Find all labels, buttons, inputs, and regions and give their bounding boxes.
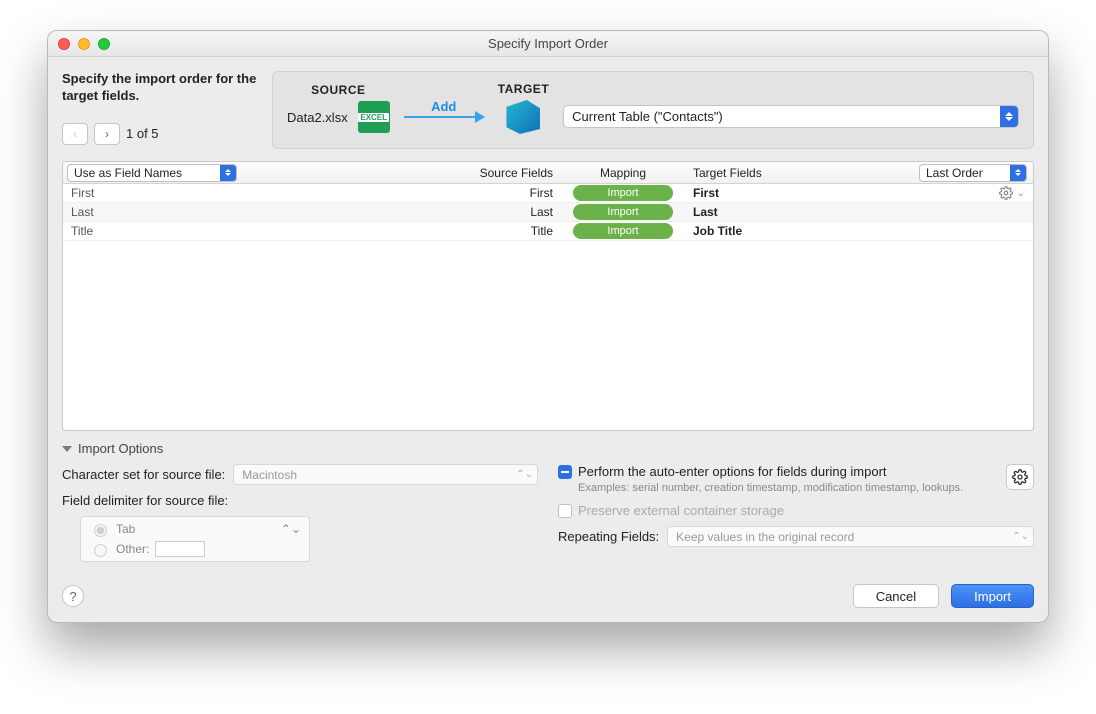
row-target-field: Job Title bbox=[683, 224, 993, 238]
chevron-updown-icon: ⌃⌄ bbox=[1012, 531, 1029, 542]
cancel-button[interactable]: Cancel bbox=[853, 584, 939, 608]
source-target-panel: SOURCE Data2.xlsx EXCEL Add bbox=[272, 71, 1034, 149]
order-select[interactable]: Last Order bbox=[919, 164, 1027, 182]
preserve-storage-checkbox: Preserve external container storage bbox=[558, 503, 784, 518]
next-record-button[interactable]: › bbox=[94, 123, 120, 145]
row-target-field: First bbox=[683, 186, 993, 200]
target-table-value: Current Table ("Contacts") bbox=[572, 109, 723, 124]
delimiter-group: Tab ⌃⌄ Other: bbox=[80, 516, 310, 562]
delimiter-other-radio: Other: bbox=[89, 541, 301, 557]
table-row[interactable]: Last Last Import Last bbox=[63, 203, 1033, 222]
prev-record-button[interactable]: ‹ bbox=[62, 123, 88, 145]
delimiter-other-input bbox=[155, 541, 205, 557]
col-target-fields: Target Fields bbox=[683, 166, 913, 180]
source-filename: Data2.xlsx bbox=[287, 110, 348, 125]
row-source-field: First bbox=[243, 186, 563, 200]
repeating-label: Repeating Fields: bbox=[558, 529, 659, 544]
row-preview-value: First bbox=[63, 186, 243, 200]
gear-icon[interactable] bbox=[999, 186, 1013, 200]
charset-label: Character set for source file: bbox=[62, 467, 225, 482]
gear-icon bbox=[1012, 469, 1028, 485]
row-source-field: Title bbox=[243, 224, 563, 238]
disclosure-import-options[interactable]: Import Options bbox=[62, 441, 1034, 456]
mapping-arrow: Add bbox=[404, 99, 484, 118]
triangle-down-icon bbox=[62, 446, 72, 452]
pager-text: 1 of 5 bbox=[126, 126, 159, 141]
chevron-updown-icon bbox=[220, 165, 236, 181]
radio-icon bbox=[94, 544, 107, 557]
mapping-pill[interactable]: Import bbox=[573, 185, 673, 201]
help-button[interactable]: ? bbox=[62, 585, 84, 607]
mapping-table: Use as Field Names Source Fields Mapping… bbox=[62, 161, 1034, 431]
chevron-down-icon[interactable]: ⌄ bbox=[1017, 188, 1025, 199]
chevron-updown-icon: ⌃⌄ bbox=[281, 522, 301, 536]
row-source-field: Last bbox=[243, 205, 563, 219]
radio-icon bbox=[94, 524, 107, 537]
mapping-pill[interactable]: Import bbox=[573, 223, 673, 239]
table-row[interactable]: Title Title Import Job Title bbox=[63, 222, 1033, 241]
excel-icon: EXCEL bbox=[358, 101, 390, 133]
target-label: TARGET bbox=[498, 82, 549, 96]
mapping-pill[interactable]: Import bbox=[573, 204, 673, 220]
table-header: Use as Field Names Source Fields Mapping… bbox=[63, 162, 1033, 184]
import-button[interactable]: Import bbox=[951, 584, 1034, 608]
filemaker-icon bbox=[506, 100, 540, 134]
chevron-updown-icon bbox=[1010, 165, 1026, 181]
col-mapping: Mapping bbox=[563, 166, 683, 180]
source-label: SOURCE bbox=[311, 83, 365, 97]
repeating-select: Keep values in the original record ⌃⌄ bbox=[667, 526, 1034, 547]
import-options: Import Options Character set for source … bbox=[62, 441, 1034, 570]
chevron-updown-icon bbox=[1000, 106, 1018, 127]
autoenter-settings-button[interactable] bbox=[1006, 464, 1034, 490]
row-target-field: Last bbox=[683, 205, 993, 219]
target-table-select[interactable]: Current Table ("Contacts") bbox=[563, 105, 1019, 128]
titlebar: Specify Import Order bbox=[48, 31, 1048, 57]
delimiter-tab-radio: Tab ⌃⌄ bbox=[89, 521, 301, 537]
table-body: First First Import First ⌄ Last Last Imp… bbox=[63, 184, 1033, 430]
instruction-text: Specify the import order for the target … bbox=[62, 71, 262, 105]
delimiter-label: Field delimiter for source file: bbox=[62, 493, 228, 508]
autoenter-checkbox[interactable]: Perform the auto-enter options for field… bbox=[558, 464, 963, 495]
table-row[interactable]: First First Import First ⌄ bbox=[63, 184, 1033, 203]
row-preview-value: Title bbox=[63, 224, 243, 238]
row-preview-value: Last bbox=[63, 205, 243, 219]
window-title: Specify Import Order bbox=[48, 36, 1048, 51]
charset-select: Macintosh ⌃⌄ bbox=[233, 464, 538, 485]
chevron-updown-icon: ⌃⌄ bbox=[516, 469, 533, 480]
field-names-select[interactable]: Use as Field Names bbox=[67, 164, 237, 182]
dialog-window: Specify Import Order Specify the import … bbox=[47, 30, 1049, 623]
add-action-label: Add bbox=[431, 99, 456, 114]
